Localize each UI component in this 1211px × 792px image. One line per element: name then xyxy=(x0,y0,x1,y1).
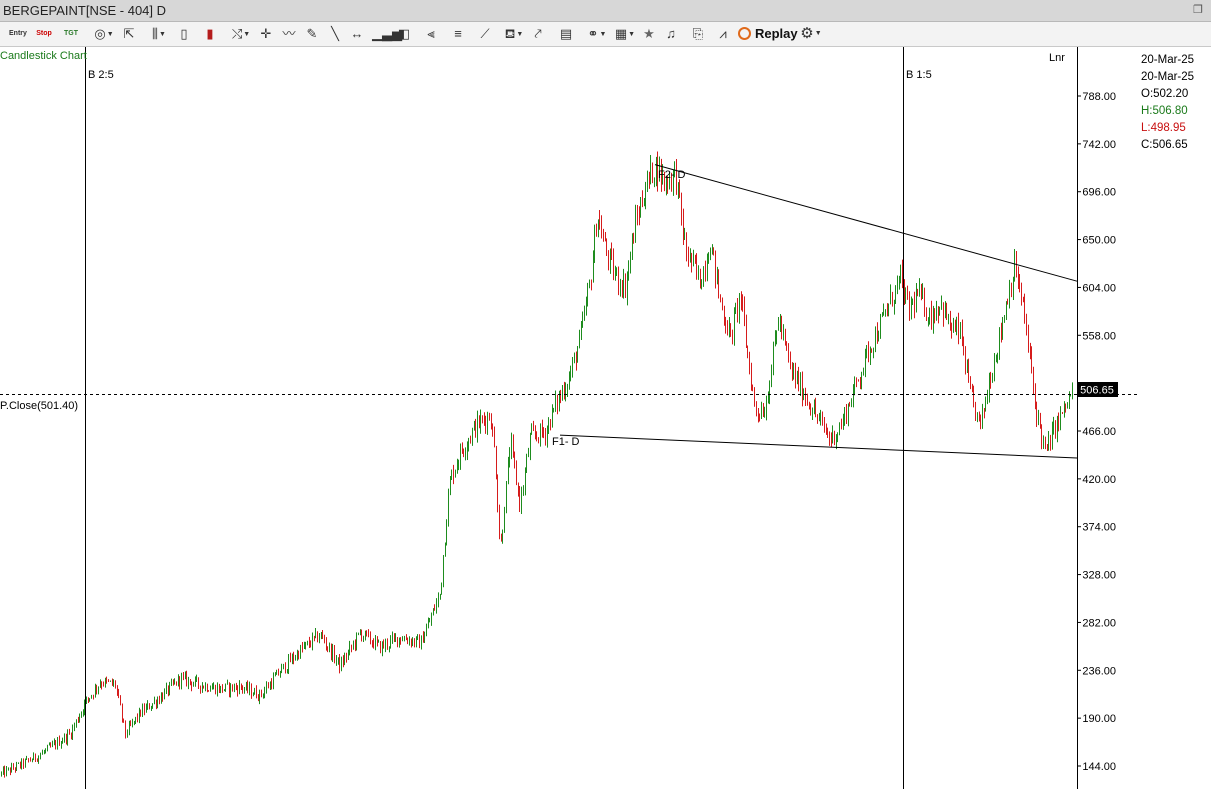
layout-icon[interactable]: ▦▼ xyxy=(612,25,638,43)
clipboard-icon[interactable]: ⎘ xyxy=(690,25,706,43)
y-tick-label: 788.00 xyxy=(1082,91,1116,103)
chart-toolbar: Entry Stop TGT ◎▼ ⇱ ⫼▼ ▯ ▮ ⤭▼ ✛ 〰 ✎ ╲ ↔ … xyxy=(0,22,1211,47)
y-tick-label: 328.00 xyxy=(1082,570,1116,582)
pencil-icon[interactable]: ✎ xyxy=(304,25,320,43)
trend-line[interactable] xyxy=(654,164,1078,282)
candle-icon[interactable]: ▮ xyxy=(202,25,218,43)
bar-chart-icon[interactable]: ▯ xyxy=(175,25,193,43)
ohlc-date-secondary: 20-Mar-25 xyxy=(1141,71,1195,83)
edit-chart-icon[interactable]: ⤤ xyxy=(530,25,546,43)
trend-line[interactable] xyxy=(559,434,1078,459)
marker-label: B 2:5 xyxy=(88,69,114,81)
candles-group xyxy=(1,151,1073,778)
ohlc-high: H:506.80 xyxy=(1141,105,1188,117)
y-tick-label: 742.00 xyxy=(1082,139,1116,151)
entry-button[interactable]: Entry xyxy=(9,25,27,43)
ruler-icon[interactable]: ⟋ xyxy=(477,25,493,43)
chart-area[interactable]: 788.00 742.00 696.00 650.00 604.00 558.00 466.… xyxy=(0,47,1211,789)
marker-label: B 1:5 xyxy=(906,69,932,81)
ohlc-open: O:502.20 xyxy=(1141,88,1189,100)
annotation-label: F2- D xyxy=(658,169,686,181)
cube-icon[interactable]: ◧ xyxy=(396,25,412,43)
y-tick-label: 144.00 xyxy=(1082,761,1116,773)
replay-button[interactable]: Replay xyxy=(738,25,798,43)
trend-chart-icon[interactable]: ⩘ xyxy=(715,25,731,43)
target-button[interactable]: TGT xyxy=(63,25,79,43)
ohlc-low: L:498.95 xyxy=(1141,122,1186,134)
y-tick-label: 650.00 xyxy=(1082,235,1116,247)
y-tick-label: 558.00 xyxy=(1082,330,1116,342)
alarm-icon[interactable]: ♫ xyxy=(663,25,679,43)
y-tick-label: 236.00 xyxy=(1082,665,1116,677)
volume-icon[interactable]: ▁▃▅ xyxy=(372,25,402,43)
y-tick-label: 466.00 xyxy=(1082,426,1116,438)
window-title: BERGEPAINT[NSE - 404] D xyxy=(3,3,167,18)
trend-tool-icon[interactable]: ⤭▼ xyxy=(228,25,254,43)
star-icon[interactable]: ★ xyxy=(641,25,657,43)
y-tick-label: 420.00 xyxy=(1082,474,1116,486)
y-tick-label: 696.00 xyxy=(1082,187,1116,199)
annotation-label: F1- D xyxy=(552,436,580,448)
channel-icon[interactable]: ⫷ xyxy=(423,25,439,43)
cursor-icon[interactable]: ✛ xyxy=(258,25,274,43)
y-tick-label: 374.00 xyxy=(1082,522,1116,534)
replay-label: Replay xyxy=(755,26,798,41)
circle-tool-icon[interactable]: ◎▼ xyxy=(90,25,118,43)
line-icon[interactable]: ╲ xyxy=(327,25,343,43)
pointer-icon[interactable]: ⇱ xyxy=(121,25,137,43)
ohlc-close: C:506.65 xyxy=(1141,139,1188,151)
previous-close-label: P.Close(501.40) xyxy=(0,400,78,412)
wave-icon[interactable]: 〰 xyxy=(281,25,297,43)
page-icon[interactable]: ▤ xyxy=(558,25,574,43)
y-tick-label: 604.00 xyxy=(1082,282,1116,294)
window-title-bar: BERGEPAINT[NSE - 404] D ❐ xyxy=(0,0,1211,22)
ohlc-panel: 20-Mar-25 20-Mar-25 O:502.20 H:506.80 L:… xyxy=(1141,52,1194,154)
current-price-label: 506.65 xyxy=(1080,385,1114,397)
horizontal-line-icon[interactable]: ↔ xyxy=(349,25,365,43)
candlestick-chart[interactable]: 788.00 742.00 696.00 650.00 604.00 558.00 466.… xyxy=(0,47,1211,789)
stop-button[interactable]: Stop xyxy=(36,25,52,43)
ohlc-date: 20-Mar-25 xyxy=(1141,54,1195,66)
y-tick-label: 190.00 xyxy=(1082,713,1116,725)
restore-window-icon[interactable]: ❐ xyxy=(1191,3,1205,17)
price-bar-icon[interactable]: ⫼▼ xyxy=(146,25,172,43)
link-icon[interactable]: ⚭▼ xyxy=(584,25,610,43)
paint-icon[interactable]: ⛾▼ xyxy=(500,25,528,43)
settings-icon[interactable]: ⚙▼ xyxy=(799,25,823,43)
chart-type-label: Candlestick Chart xyxy=(0,50,87,62)
scale-label[interactable]: Lnr xyxy=(1049,52,1065,64)
y-tick-label: 282.00 xyxy=(1082,617,1116,629)
parallel-lines-icon[interactable]: ≡ xyxy=(450,25,466,43)
replay-icon xyxy=(738,27,751,40)
